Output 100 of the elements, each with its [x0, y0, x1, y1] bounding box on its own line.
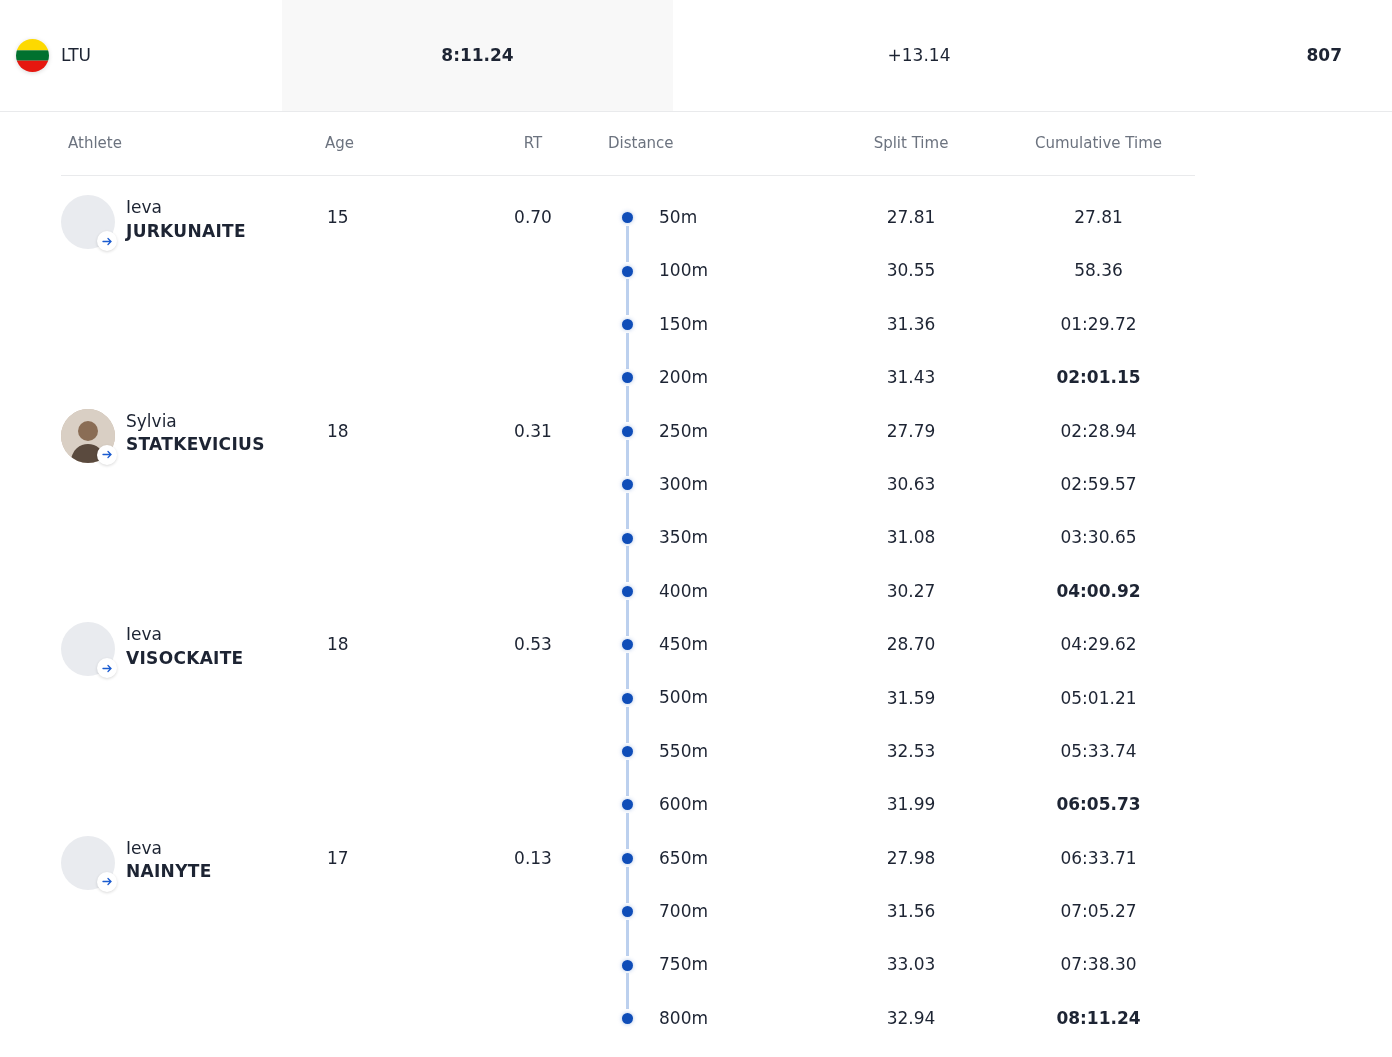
timeline-line — [626, 759, 629, 796]
cumulative-time: 27.81 — [1074, 207, 1123, 227]
timeline-line — [626, 492, 629, 529]
timeline-line — [626, 973, 629, 1010]
athlete-age: 18 — [327, 420, 349, 441]
timeline-dot — [622, 318, 633, 330]
split-time: 31.99 — [886, 794, 936, 815]
timeline-line — [626, 599, 629, 636]
column-header: Age — [324, 133, 355, 155]
athlete-first-name: Ieva — [126, 623, 163, 647]
split-time: 33.03 — [886, 954, 936, 975]
split-time: 30.27 — [886, 580, 936, 601]
split-distance: 450m — [659, 633, 708, 657]
timeline-dot — [622, 585, 633, 597]
cumulative-time: 01:29.72 — [1060, 313, 1137, 334]
athlete-age: 15 — [327, 207, 349, 227]
timeline-line — [626, 920, 629, 957]
split-distance: 250m — [659, 419, 708, 443]
cumulative-time: 08:11.24 — [1056, 1007, 1141, 1028]
split-distance: 550m — [659, 739, 708, 763]
reaction-time: 0.31 — [514, 420, 552, 441]
timeline-dot — [622, 639, 633, 651]
time-behind: +13.14 — [886, 43, 952, 67]
column-header: Athlete — [67, 133, 123, 155]
timeline-line — [626, 439, 629, 476]
split-distance: 500m — [659, 686, 708, 710]
cumulative-time: 05:01.21 — [1060, 687, 1137, 708]
column-header: Distance — [607, 133, 675, 155]
split-time: 30.55 — [886, 260, 936, 281]
column-header: Split Time — [872, 133, 950, 155]
cumulative-time: 06:33.71 — [1060, 847, 1137, 868]
timeline-line — [626, 653, 629, 690]
timeline-dot — [622, 425, 633, 437]
cumulative-time: 04:00.92 — [1056, 580, 1141, 601]
athlete-photo[interactable] — [61, 408, 115, 463]
split-distance: 300m — [659, 472, 708, 496]
country-code: LTU — [61, 43, 91, 67]
timeline-dot — [622, 799, 633, 811]
athlete-first-name: Ieva — [126, 196, 163, 219]
cumulative-time: 02:01.15 — [1056, 367, 1141, 388]
split-time: 28.70 — [886, 634, 936, 655]
athlete-age: 17 — [327, 847, 349, 868]
split-distance: 150m — [659, 312, 708, 336]
split-distance: 650m — [659, 846, 708, 870]
timeline-dot — [622, 1013, 633, 1025]
split-distance: 800m — [659, 1006, 708, 1030]
split-distance: 600m — [659, 793, 708, 817]
timeline-line — [626, 226, 629, 262]
timeline-dot — [622, 372, 633, 384]
reaction-time: 0.70 — [514, 207, 552, 227]
points: 807 — [1305, 43, 1343, 67]
reaction-time: 0.13 — [514, 847, 552, 868]
cumulative-time: 58.36 — [1074, 260, 1123, 281]
timeline-dot — [622, 479, 633, 491]
timeline-line — [626, 332, 629, 369]
timeline-line — [626, 866, 629, 903]
timeline-line — [626, 813, 629, 850]
split-time: 27.81 — [886, 207, 936, 227]
cumulative-time: 07:05.27 — [1060, 901, 1137, 922]
split-distance: 350m — [659, 526, 708, 550]
split-distance: 50m — [659, 205, 698, 229]
cumulative-time: 06:05.73 — [1056, 794, 1141, 815]
split-distance: 700m — [659, 900, 708, 923]
timeline-line — [626, 706, 629, 743]
reaction-time: 0.53 — [514, 634, 552, 655]
split-time: 27.79 — [886, 420, 936, 441]
split-distance: 400m — [659, 579, 708, 603]
athlete-first-name: Ieva — [126, 836, 163, 860]
timeline-dot — [622, 212, 633, 224]
timeline-dot — [622, 532, 633, 544]
timeline-dot — [622, 906, 633, 918]
split-time: 30.63 — [886, 473, 936, 494]
athlete-age: 18 — [327, 634, 349, 655]
cumulative-time: 04:29.62 — [1060, 634, 1137, 655]
timeline-dot — [622, 265, 633, 277]
cumulative-time: 05:33.74 — [1060, 740, 1137, 761]
timeline-dot — [622, 959, 633, 971]
athlete-last-name: STATKEVICIUS — [126, 433, 265, 457]
column-header: RT — [522, 133, 544, 155]
cumulative-time: 02:28.94 — [1060, 420, 1137, 441]
timeline-dot — [622, 692, 633, 704]
column-header: Cumulative Time — [1033, 133, 1164, 155]
cumulative-time: 02:59.57 — [1060, 473, 1137, 494]
split-distance: 100m — [659, 259, 708, 283]
cumulative-time: 07:38.30 — [1060, 954, 1137, 975]
split-time: 27.98 — [886, 847, 936, 868]
cumulative-time: 03:30.65 — [1060, 527, 1137, 548]
split-time: 31.59 — [886, 687, 936, 708]
split-distance: 200m — [659, 366, 708, 390]
timeline-dot — [622, 852, 633, 864]
team-time: 8:11.24 — [282, 0, 673, 111]
athlete-last-name: JURKUNAITE — [126, 219, 246, 243]
timeline-dot — [622, 746, 633, 758]
athlete-last-name: NAINYTE — [126, 860, 212, 884]
athlete-last-name: VISOCKAITE — [126, 646, 244, 670]
flag-icon — [16, 39, 49, 72]
timeline-line — [626, 546, 629, 583]
split-distance: 750m — [659, 953, 708, 977]
split-time: 32.94 — [886, 1007, 936, 1028]
timeline-line — [626, 386, 629, 423]
